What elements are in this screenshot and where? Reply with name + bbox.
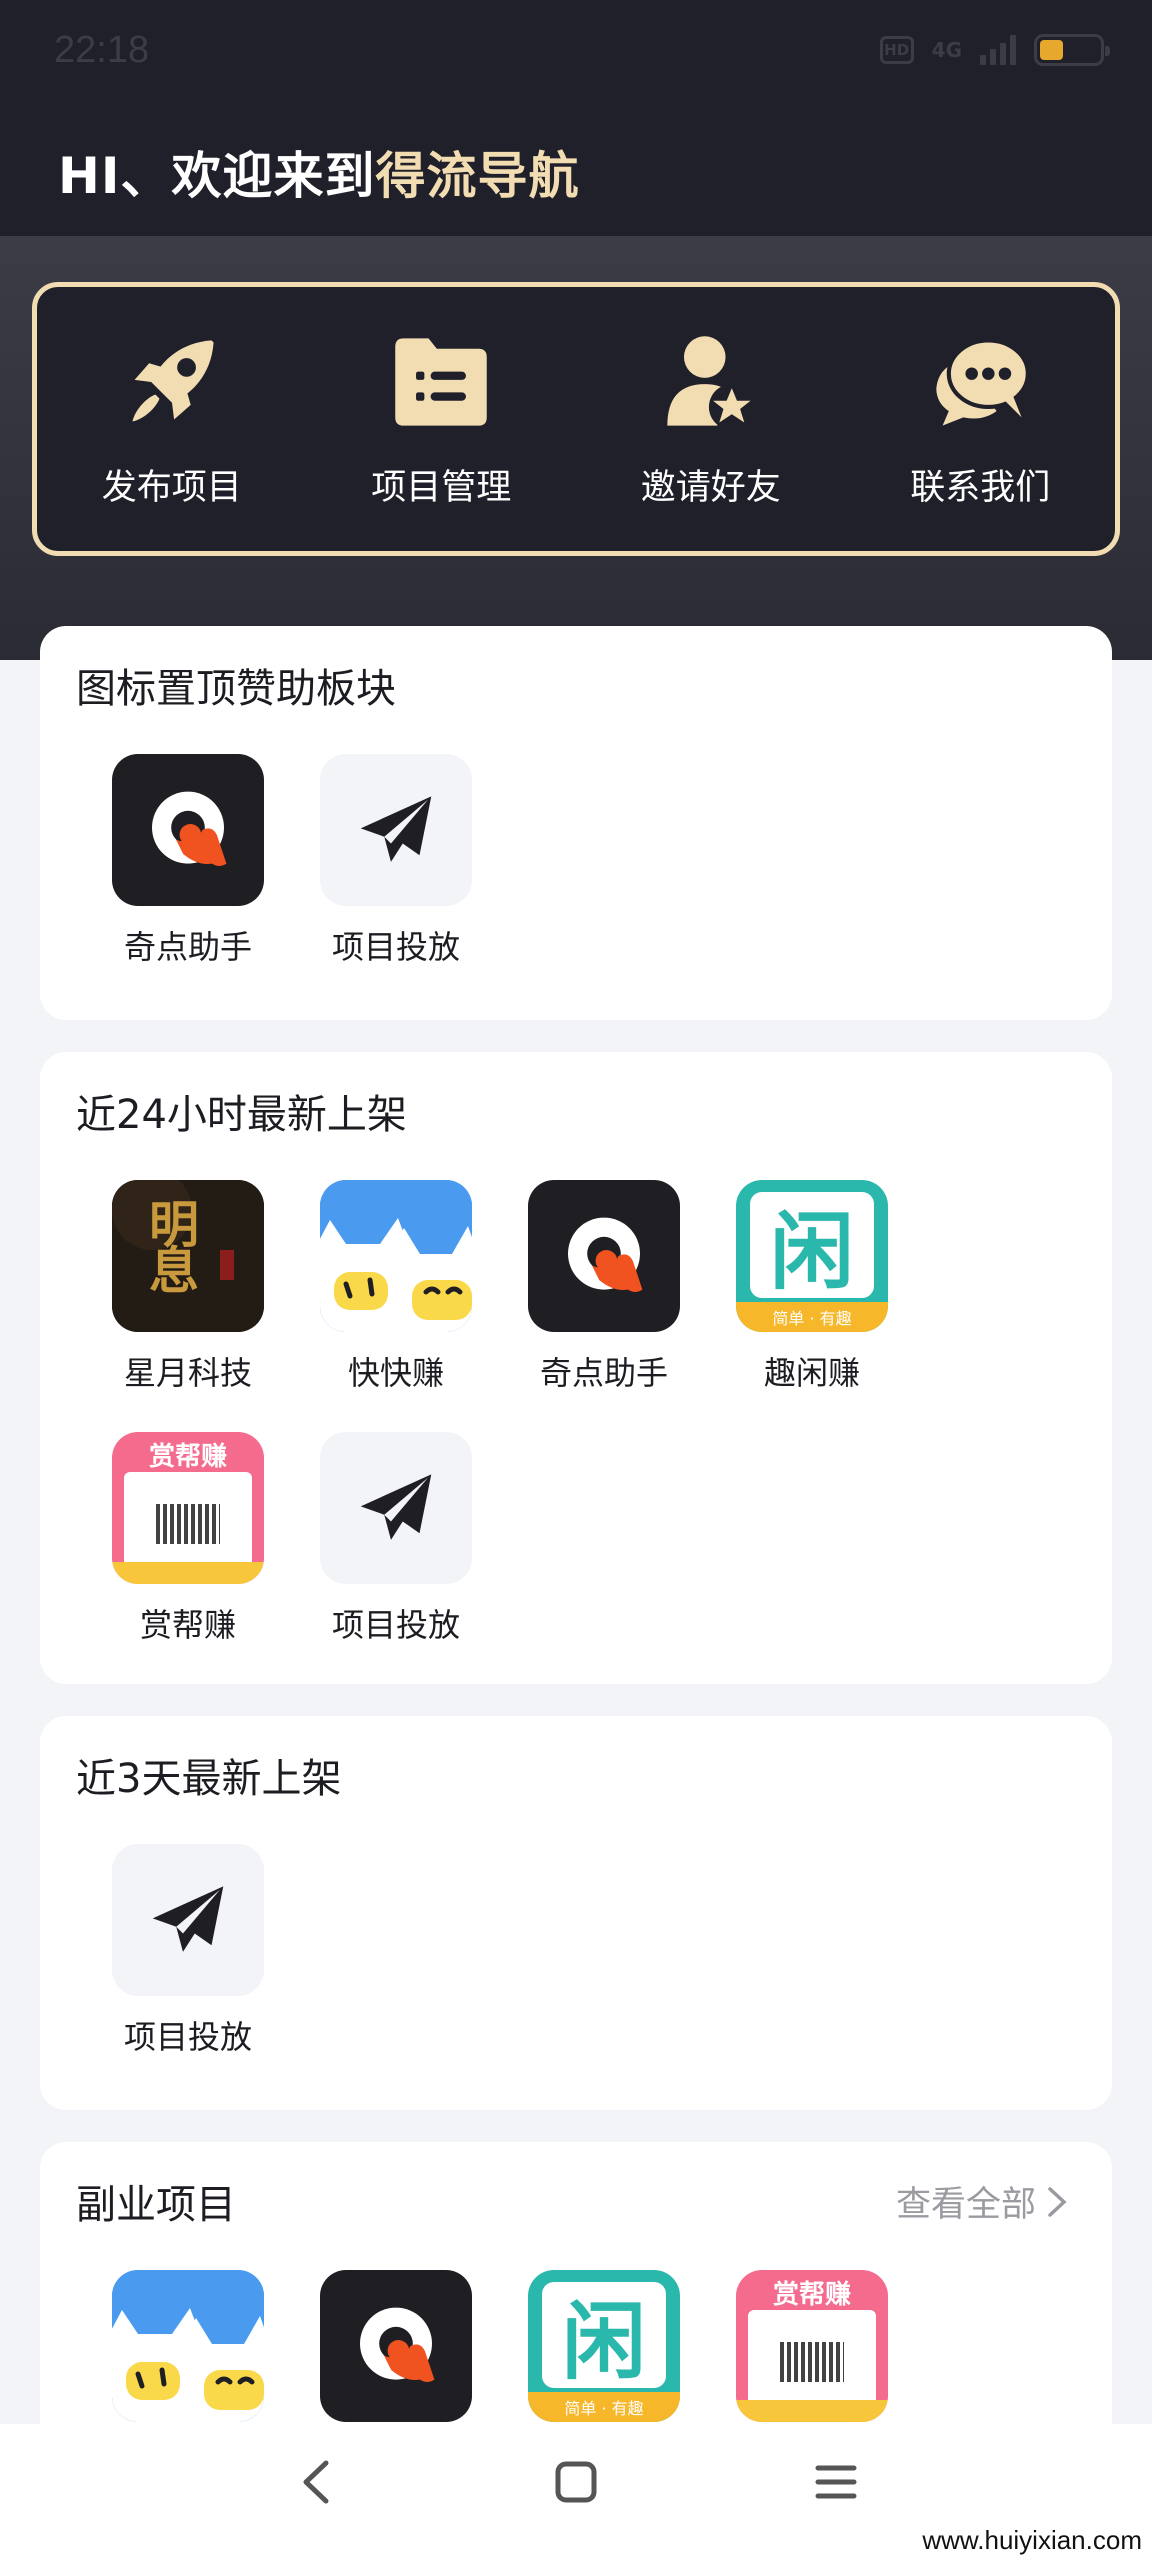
app-item-qidian[interactable]	[292, 2270, 500, 2422]
kuaikuai-logo	[112, 2270, 264, 2422]
xingyue-logo: 明息	[112, 1180, 264, 1332]
page-title: HI、欢迎来到得流导航	[58, 136, 579, 208]
rocket-icon	[119, 329, 225, 435]
shangbang-logo: 赏帮赚	[736, 2270, 888, 2422]
section-title: 副业项目	[76, 2182, 236, 2228]
app-item-project-ad[interactable]: 项目投放	[292, 754, 500, 968]
view-all-label: 查看全部	[895, 2185, 1036, 2225]
app-label: 项目投放	[123, 2018, 252, 2056]
xingyue-logo-text: 明息	[141, 1198, 200, 1290]
shangbang-logo-text: 赏帮赚	[772, 2280, 851, 2310]
shangbang-logo-text: 赏帮赚	[148, 1442, 227, 1472]
app-item-project-ad[interactable]: 项目投放	[84, 1844, 292, 2058]
app-item-kuaikuai[interactable]: 快快赚	[292, 1180, 500, 1394]
battery-level	[1040, 40, 1064, 60]
app-label: 奇点助手	[539, 1354, 668, 1392]
qidian-logo	[112, 754, 264, 906]
menu-button[interactable]	[796, 2442, 876, 2522]
paper-plane-icon	[320, 1432, 472, 1584]
home-button[interactable]	[536, 2442, 616, 2522]
app-label: 快快赚	[347, 1354, 444, 1392]
hd-icon: HD	[879, 36, 914, 64]
app-grid: 奇点助手 项目投放	[84, 754, 1084, 968]
menu-icon	[815, 2465, 857, 2499]
section-title: 近3天最新上架	[76, 1756, 342, 1802]
paper-plane-icon	[112, 1844, 264, 1996]
app-item-xingyue[interactable]: 明息 星月科技	[84, 1180, 292, 1394]
quick-label: 项目管理	[371, 467, 512, 508]
app-item-quxian[interactable]: 闲 简单 · 有趣	[500, 2270, 708, 2422]
greeting-brand: 得流导航	[375, 147, 580, 205]
user-star-icon	[658, 329, 764, 435]
app-label: 奇点助手	[123, 928, 252, 966]
quick-invite-friends[interactable]: 邀请好友	[601, 329, 821, 510]
chat-bubbles-icon	[927, 329, 1033, 435]
sponsor-section: 图标置顶赞助板块 奇点助手 项目投放	[40, 626, 1112, 1020]
back-button[interactable]	[276, 2442, 356, 2522]
app-item-shangbang[interactable]: 赏帮赚 赏帮赚	[84, 1432, 292, 1646]
app-item-qidian[interactable]: 奇点助手	[84, 754, 292, 968]
greeting-prefix: HI、欢迎来到	[58, 147, 376, 205]
quick-label: 发布项目	[101, 467, 242, 508]
chevron-right-icon	[1048, 2186, 1067, 2217]
quxian-tagline: 简单 · 有趣	[772, 1309, 852, 1328]
status-bar: 22:18 HD 4G	[0, 0, 1152, 100]
paper-plane-icon	[320, 754, 472, 906]
side-project-section: 副业项目 查看全部 闲 简单 · 有趣 赏帮赚	[40, 2142, 1112, 2560]
back-icon	[303, 2460, 329, 2504]
network-type: 4G	[931, 38, 962, 62]
shangbang-logo: 赏帮赚	[112, 1432, 264, 1584]
quick-menu: 发布项目 项目管理 邀请好友 联系我们	[32, 282, 1120, 556]
quick-publish-project[interactable]: 发布项目	[62, 329, 282, 510]
status-icons: HD 4G	[879, 34, 1110, 66]
section-title: 近24小时最新上架	[76, 1092, 407, 1138]
app-label: 趣闲赚	[763, 1354, 860, 1392]
app-item-project-ad[interactable]: 项目投放	[292, 1432, 500, 1646]
app-item-kuaikuai[interactable]	[84, 2270, 292, 2422]
new-24h-section: 近24小时最新上架 明息 星月科技 快快赚 奇点助手 闲 简单 · 有趣 趣闲赚…	[40, 1052, 1112, 1684]
watermark: www.huiyixian.com	[922, 2525, 1142, 2555]
app-grid: 项目投放	[84, 1844, 1084, 2058]
qr-code-icon	[156, 1504, 220, 1544]
quick-project-management[interactable]: 项目管理	[331, 329, 551, 510]
view-all-link[interactable]: 查看全部	[896, 2176, 1068, 2227]
signal-icon	[980, 35, 1016, 65]
section-title: 图标置顶赞助板块	[76, 666, 396, 712]
quxian-logo-text: 闲	[769, 1202, 854, 1301]
app-label: 赏帮赚	[139, 1606, 236, 1644]
quxian-logo: 闲 简单 · 有趣	[528, 2270, 680, 2422]
app-item-qidian[interactable]: 奇点助手	[500, 1180, 708, 1394]
quick-label: 联系我们	[910, 467, 1051, 508]
home-square-icon	[555, 2461, 597, 2503]
app-item-quxian[interactable]: 闲 简单 · 有趣 趣闲赚	[708, 1180, 916, 1394]
status-time: 22:18	[54, 28, 150, 71]
quxian-logo-text: 闲	[561, 2292, 646, 2391]
quxian-tagline: 简单 · 有趣	[564, 2399, 644, 2418]
app-label: 星月科技	[123, 1354, 252, 1392]
quick-label: 邀请好友	[640, 467, 781, 508]
qidian-logo	[320, 2270, 472, 2422]
battery-icon	[1034, 34, 1110, 66]
folder-list-icon	[388, 329, 494, 435]
new-3d-section: 近3天最新上架 项目投放	[40, 1716, 1112, 2110]
app-grid: 明息 星月科技 快快赚 奇点助手 闲 简单 · 有趣 趣闲赚 赏帮赚 赏帮赚 项…	[84, 1180, 1084, 1646]
quick-contact-us[interactable]: 联系我们	[870, 329, 1090, 510]
app-label: 项目投放	[331, 1606, 460, 1644]
app-item-shangbang[interactable]: 赏帮赚	[708, 2270, 916, 2422]
app-label: 项目投放	[331, 928, 460, 966]
qidian-logo	[528, 1180, 680, 1332]
qr-code-icon	[780, 2342, 844, 2382]
quxian-logo: 闲 简单 · 有趣	[736, 1180, 888, 1332]
kuaikuai-logo	[320, 1180, 472, 1332]
